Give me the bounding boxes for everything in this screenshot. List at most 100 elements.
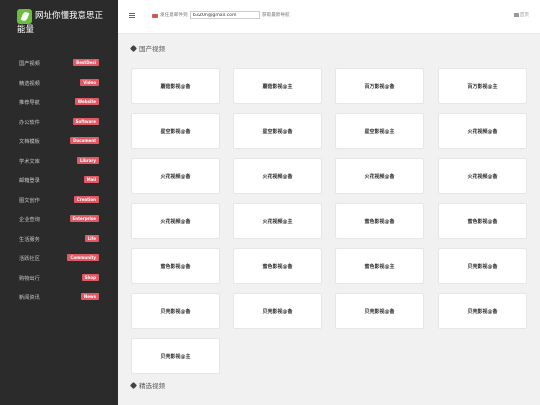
sidebar-item-badge: Video xyxy=(80,78,99,86)
site-card[interactable]: 蜜色影视@备 xyxy=(233,248,322,284)
sidebar-item-label: 办公软件 xyxy=(19,119,40,126)
sidebar-item-badge: Library xyxy=(76,156,99,164)
site-card[interactable]: 星空影视@备 xyxy=(131,113,220,149)
sidebar-item[interactable]: 企业查询 Enterprise xyxy=(0,212,118,231)
site-card[interactable]: 火花视频@备 xyxy=(131,203,220,239)
sidebar-item-badge: BestDesi xyxy=(73,59,99,66)
sidebar-item[interactable]: 图文创作 Creation xyxy=(0,193,118,212)
sidebar-item-label: 生活服务 xyxy=(19,236,40,243)
site-card-label: 百万影视@主 xyxy=(467,84,498,90)
site-card[interactable]: 贝壳影视@备 xyxy=(438,248,527,284)
email-field[interactable] xyxy=(190,11,260,19)
section-title-featured-video: 精选视频 xyxy=(129,381,165,391)
site-card-label: 火花视频@主 xyxy=(262,219,293,225)
sidebar-item-label: 精选视频 xyxy=(19,80,40,87)
site-card-label: 火花视频@备 xyxy=(262,174,293,180)
site-card-label: 火花视频@备 xyxy=(467,174,498,180)
sidebar-item-label: 图文创作 xyxy=(19,197,40,204)
site-card[interactable]: 火花视频@备 xyxy=(335,158,424,194)
menu-toggle-icon[interactable] xyxy=(129,13,135,18)
site-card[interactable]: 火花视频@主 xyxy=(233,203,322,239)
site-card-label: 贝壳影视@备 xyxy=(160,309,191,315)
sidebar-item[interactable]: 国产视频 BestDesi xyxy=(0,56,118,75)
site-card[interactable]: 火花视频@备 xyxy=(131,158,220,194)
sidebar-item[interactable]: 学术文库 Library xyxy=(0,154,118,173)
section-title-text: 国产视频 xyxy=(139,45,165,53)
site-card[interactable]: 蘑菇影视@主 xyxy=(233,68,322,104)
site-card[interactable]: 星空影视@备 xyxy=(233,113,322,149)
sidebar-item[interactable]: 精选视频 Video xyxy=(0,76,118,95)
sidebar-item-label: 新闻资讯 xyxy=(19,295,40,301)
site-card-label: 贝壳影视@备 xyxy=(467,264,498,270)
site-logo[interactable]: 网址你懂我意思正 能量 xyxy=(17,8,115,38)
sidebar-item-badge: Website xyxy=(74,98,99,105)
site-card[interactable]: 贝壳影视@备 xyxy=(335,293,424,329)
site-card[interactable]: 蜜色影视@备 xyxy=(131,248,220,284)
site-card[interactable]: 蘑菇影视@备 xyxy=(131,68,220,104)
sidebar-item-label: 文档模板 xyxy=(19,139,40,145)
site-card-label: 蜜色影视@备 xyxy=(364,219,395,225)
leaf-logo-icon xyxy=(17,9,32,24)
submit-email-label: 发任意邮件到 xyxy=(160,13,188,18)
site-card-label: 蜜色影视@备 xyxy=(262,264,293,270)
site-card-label: 蘑菇影视@主 xyxy=(262,84,293,90)
section-title-domestic-video: 国产视频 xyxy=(129,44,165,54)
sidebar-item[interactable]: 购物出行 Shop xyxy=(0,271,118,290)
sidebar-item-label: 购物出行 xyxy=(19,275,40,282)
site-card-label: 星空影视@备 xyxy=(262,129,293,135)
top-bar: 发任意邮件到 获取最新导航 首页 xyxy=(118,0,540,34)
site-card-label: 火花视频@备 xyxy=(160,219,191,225)
sidebar-item-badge: Enterprise xyxy=(69,215,99,222)
site-card-label: 百万影视@备 xyxy=(364,84,395,90)
site-card[interactable]: 贝壳影视@主 xyxy=(131,338,220,374)
sidebar-item-badge: Community xyxy=(67,254,99,261)
site-card-label: 蜜色影视@备 xyxy=(467,219,498,225)
home-icon xyxy=(513,12,519,17)
site-card-label: 星空影视@备 xyxy=(160,129,191,135)
home-link[interactable]: 首页 xyxy=(513,12,529,19)
section-title-text: 精选视频 xyxy=(139,382,165,390)
sidebar-item[interactable]: 邮箱登录 Mail xyxy=(0,173,118,192)
sidebar-item[interactable]: 新闻资讯 News xyxy=(0,290,118,309)
site-card[interactable]: 蜜色影视@备 xyxy=(335,203,424,239)
site-card-label: 贝壳影视@备 xyxy=(467,309,498,315)
site-card[interactable]: 火花视频@备 xyxy=(233,158,322,194)
tag-icon xyxy=(129,381,138,390)
site-name-line2: 能量 xyxy=(17,25,35,35)
mail-icon xyxy=(152,14,158,18)
sidebar-item[interactable]: 办公软件 Software xyxy=(0,115,118,134)
sidebar-item-label: 学术文库 xyxy=(19,158,40,165)
sidebar-item[interactable]: 生活服务 Life xyxy=(0,232,118,251)
site-card[interactable]: 火花视频@备 xyxy=(438,113,527,149)
site-card[interactable]: 贝壳影视@备 xyxy=(438,293,527,329)
sidebar-item[interactable]: 推荐导航 Website xyxy=(0,95,118,114)
site-card[interactable]: 百万影视@主 xyxy=(438,68,527,104)
sidebar-item-badge: Mail xyxy=(83,176,99,183)
site-card[interactable]: 蜜色影视@主 xyxy=(335,248,424,284)
sidebar-item-label: 活跃社区 xyxy=(19,256,40,262)
site-card[interactable]: 蜜色影视@备 xyxy=(438,203,527,239)
sidebar-item-badge: News xyxy=(80,293,99,300)
site-card[interactable]: 火花视频@备 xyxy=(438,158,527,194)
site-card-label: 蜜色影视@备 xyxy=(160,264,191,270)
site-card[interactable]: 星空影视@主 xyxy=(335,113,424,149)
sidebar-item-badge: Shop xyxy=(81,273,99,281)
latest-nav-notice: 获取最新导航 xyxy=(262,13,290,18)
sidebar-item-badge: Life xyxy=(84,234,99,242)
sidebar-item-label: 推荐导航 xyxy=(19,100,40,106)
site-card[interactable]: 百万影视@备 xyxy=(335,68,424,104)
site-card-label: 蜜色影视@主 xyxy=(364,264,395,270)
sidebar-item-badge: Software xyxy=(72,117,99,125)
site-card-label: 火花视频@备 xyxy=(467,129,498,135)
tag-icon xyxy=(129,44,138,53)
sidebar-item[interactable]: 活跃社区 Community xyxy=(0,251,118,270)
site-card[interactable]: 贝壳影视@备 xyxy=(233,293,322,329)
site-card-label: 贝壳影视@备 xyxy=(364,309,395,315)
site-card-label: 火花视频@备 xyxy=(160,174,191,180)
sidebar-item-badge: Creation xyxy=(73,195,99,203)
site-card[interactable]: 贝壳影视@备 xyxy=(131,293,220,329)
sidebar-item[interactable]: 文档模板 Document xyxy=(0,134,118,153)
sidebar-item-badge: Document xyxy=(70,137,99,144)
sidebar-item-label: 企业查询 xyxy=(19,217,40,223)
sidebar-item-label: 国产视频 xyxy=(19,61,40,67)
